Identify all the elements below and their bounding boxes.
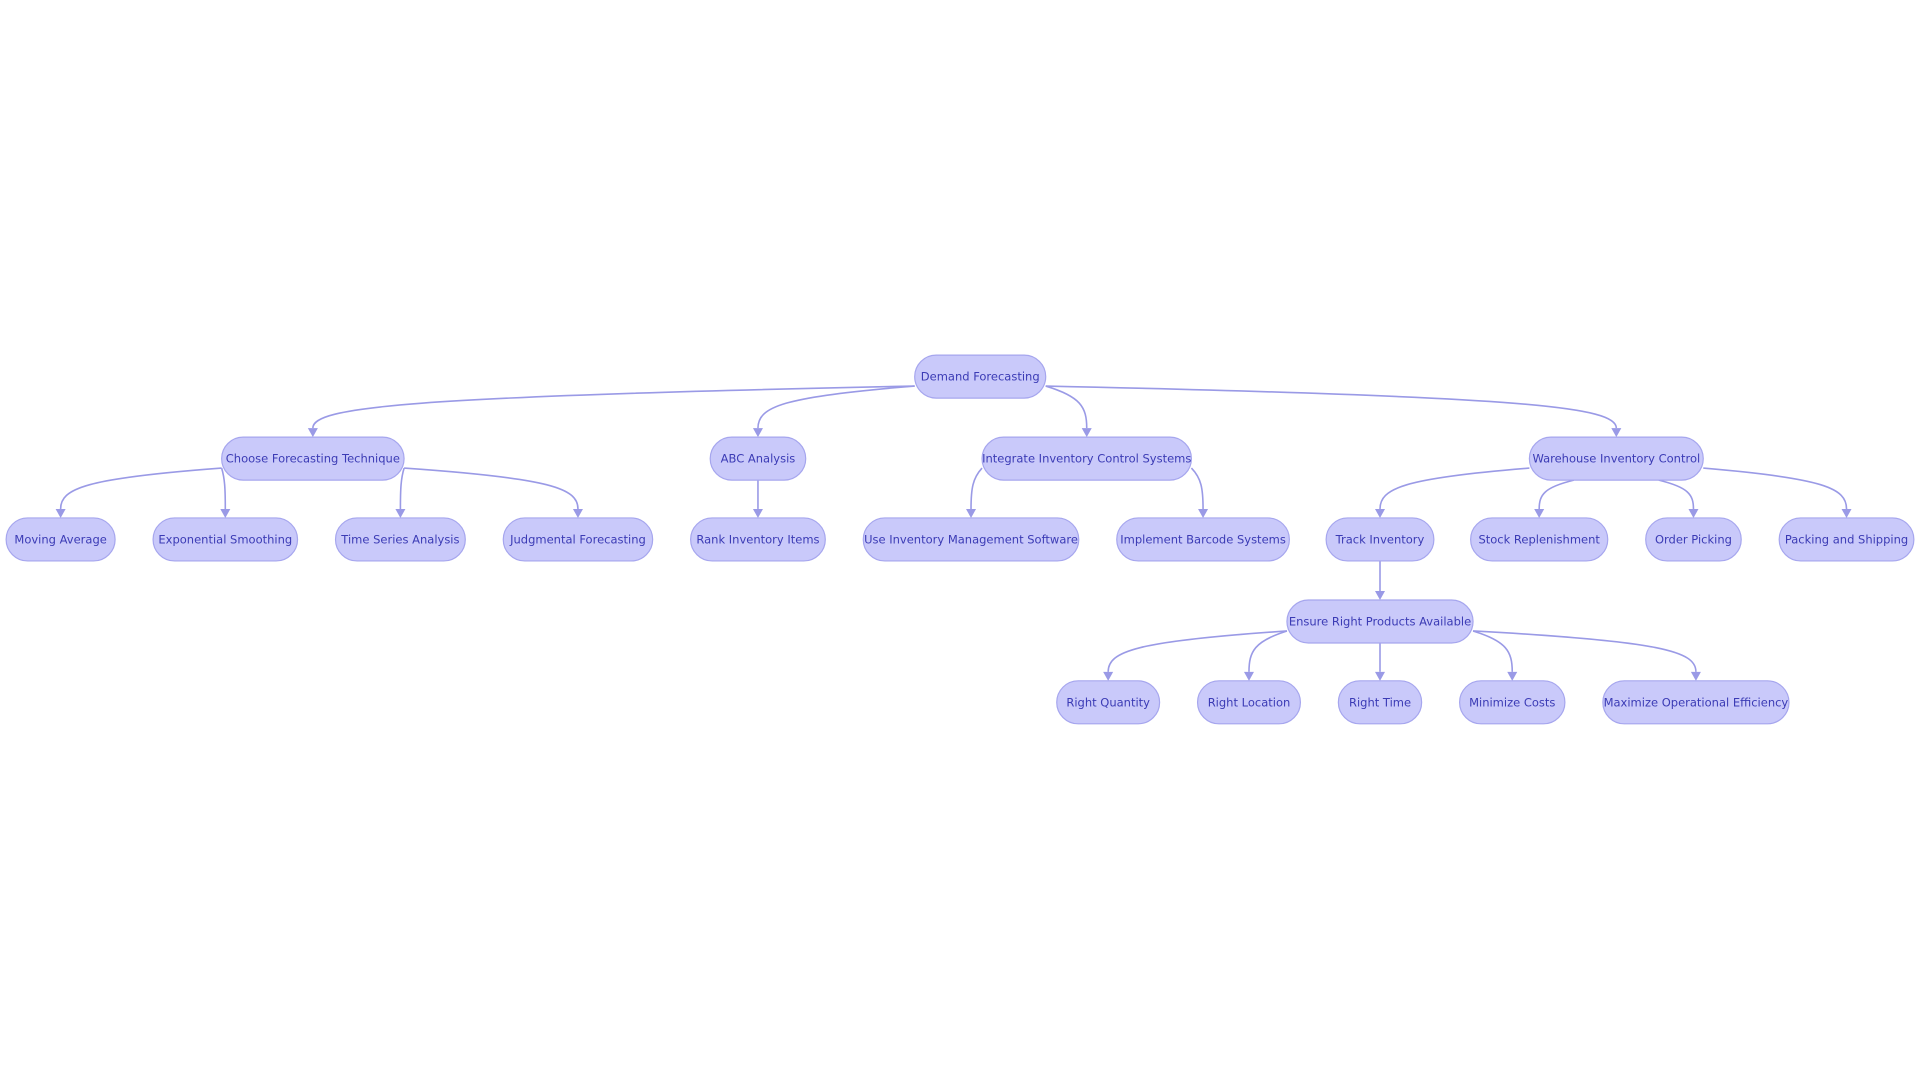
node-label: Warehouse Inventory Control — [1532, 452, 1700, 466]
node-label: Track Inventory — [1335, 532, 1425, 546]
node-label: Ensure Right Products Available — [1289, 615, 1471, 629]
edge-wic-sr — [1538, 479, 1575, 509]
node-label: Minimize Costs — [1469, 695, 1555, 709]
arrowhead-icon — [752, 428, 763, 438]
node-root[interactable]: Demand Forecasting — [914, 354, 1047, 399]
node-label: Time Series Analysis — [340, 532, 459, 546]
node-sr[interactable]: Stock Replenishment — [1470, 517, 1609, 562]
edge-root-iics — [1045, 385, 1088, 429]
edge-wic-ps — [1703, 467, 1848, 509]
arrowhead-icon — [1081, 428, 1092, 438]
edge-wic-op — [1658, 479, 1695, 509]
edge-erpa-mc — [1472, 630, 1514, 672]
arrowhead-icon — [1103, 671, 1114, 681]
flowchart-diagram: Demand Forecasting Choose Forecasting Tec… — [5, 354, 1915, 725]
arrowhead-icon — [752, 508, 763, 518]
arrowhead-icon — [1243, 671, 1254, 681]
node-rt[interactable]: Right Time — [1337, 680, 1423, 725]
node-tsa[interactable]: Time Series Analysis — [334, 517, 466, 562]
edge-root-abc — [757, 385, 915, 429]
arrowhead-icon — [1507, 671, 1518, 681]
edge-wic-ti — [1379, 467, 1530, 509]
node-label: Exponential Smoothing — [158, 532, 292, 546]
node-ma[interactable]: Moving Average — [5, 517, 116, 562]
node-label: Packing and Shipping — [1785, 532, 1908, 546]
node-cft[interactable]: Choose Forecasting Technique — [221, 436, 405, 481]
arrowhead-icon — [1198, 508, 1209, 518]
arrowhead-icon — [1375, 591, 1385, 600]
node-rii[interactable]: Rank Inventory Items — [690, 517, 826, 562]
node-label: Judgmental Forecasting — [509, 532, 646, 546]
node-erpa[interactable]: Ensure Right Products Available — [1286, 599, 1474, 644]
node-label: Use Inventory Management Software — [864, 532, 1078, 546]
edge-cft-tsa — [399, 467, 405, 509]
node-rl[interactable]: Right Location — [1196, 680, 1302, 725]
node-iics[interactable]: Integrate Inventory Control Systems — [981, 436, 1193, 481]
edge-cft-es — [220, 467, 227, 509]
arrowhead-icon — [1375, 508, 1385, 518]
node-label: Demand Forecasting — [921, 370, 1040, 384]
node-jf[interactable]: Judgmental Forecasting — [502, 517, 654, 562]
arrowhead-icon — [220, 508, 231, 518]
edge-cft-jf — [404, 467, 579, 509]
node-label: Maximize Operational Efficiency — [1604, 695, 1789, 709]
node-uims[interactable]: Use Inventory Management Software — [862, 517, 1080, 562]
arrowhead-icon — [966, 508, 977, 518]
node-label: Right Location — [1208, 695, 1291, 709]
edge-erpa-rq — [1107, 630, 1287, 672]
edge-iics-uims — [970, 467, 983, 509]
node-label: Moving Average — [14, 532, 106, 546]
node-mc[interactable]: Minimize Costs — [1458, 680, 1566, 725]
edge-erpa-rl — [1248, 630, 1288, 672]
node-op[interactable]: Order Picking — [1645, 517, 1742, 562]
arrowhead-icon — [1841, 508, 1852, 518]
node-label: Order Picking — [1655, 532, 1732, 546]
node-label: Stock Replenishment — [1478, 532, 1600, 546]
node-es[interactable]: Exponential Smoothing — [152, 517, 299, 562]
node-rq[interactable]: Right Quantity — [1056, 680, 1161, 725]
arrowhead-icon — [307, 428, 318, 438]
arrowhead-icon — [1688, 508, 1699, 518]
arrowhead-icon — [572, 508, 583, 518]
arrowhead-icon — [1534, 508, 1545, 518]
node-label: Rank Inventory Items — [696, 532, 819, 546]
node-label: ABC Analysis — [721, 452, 796, 466]
node-ti[interactable]: Track Inventory — [1325, 517, 1435, 562]
node-wic[interactable]: Warehouse Inventory Control — [1528, 436, 1704, 481]
arrowhead-icon — [1375, 671, 1385, 681]
arrowhead-icon — [1690, 671, 1701, 681]
arrowhead-icon — [1611, 428, 1622, 438]
edge-cft-ma — [59, 467, 222, 509]
node-label: Integrate Inventory Control Systems — [982, 452, 1191, 466]
node-label: Right Quantity — [1066, 695, 1150, 709]
arrowhead-icon — [55, 508, 66, 518]
edge-erpa-moe — [1473, 630, 1697, 672]
arrowhead-icon — [395, 508, 406, 518]
edge-iics-ibs — [1190, 467, 1204, 509]
edge-root-wic — [1045, 385, 1618, 429]
node-ps[interactable]: Packing and Shipping — [1778, 517, 1915, 562]
node-label: Implement Barcode Systems — [1120, 532, 1286, 546]
node-label: Choose Forecasting Technique — [226, 452, 400, 466]
node-abc[interactable]: ABC Analysis — [709, 436, 807, 481]
node-label: Right Time — [1349, 695, 1411, 709]
node-moe[interactable]: Maximize Operational Efficiency — [1602, 680, 1790, 725]
node-ibs[interactable]: Implement Barcode Systems — [1116, 517, 1290, 562]
edge-root-cft — [312, 385, 915, 429]
